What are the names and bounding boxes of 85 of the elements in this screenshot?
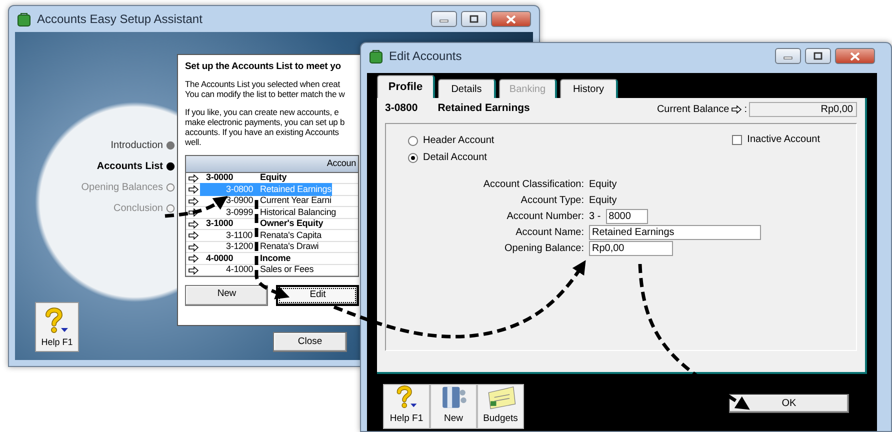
field-prefix: 3 -: [589, 210, 601, 224]
colon-label: :: [744, 102, 747, 116]
account-number[interactable]: 3-1000: [200, 217, 254, 231]
maximize-button[interactable]: [805, 48, 831, 64]
field-label: Opening Balance:: [503, 242, 584, 256]
paragraph-line: accounts. If you have an existing Accounts: [185, 127, 340, 138]
field-label: Account Type:: [520, 194, 584, 208]
account-name[interactable]: Renata's Capita: [254, 228, 322, 242]
checkbox[interactable]: [732, 134, 742, 144]
input-field[interactable]: Rp0,00: [589, 241, 673, 256]
balance-label: Current Balance: [656, 102, 730, 116]
arrow-icon[interactable]: [188, 231, 198, 240]
minimize-button[interactable]: [431, 11, 457, 27]
paragraph-line: well.: [185, 137, 202, 148]
radio-button[interactable]: [408, 152, 418, 162]
radio-label[interactable]: Header Account: [423, 133, 494, 148]
account-name[interactable]: Owner's Equity: [254, 217, 324, 231]
account-number: 3-0800: [385, 101, 418, 116]
account-name[interactable]: Sales or Fees: [254, 263, 314, 277]
arrow-icon[interactable]: [188, 266, 198, 274]
account-number[interactable]: 3-0000: [200, 171, 254, 185]
account-name: Retained Earnings: [438, 101, 530, 116]
account-number[interactable]: 3-1200: [200, 240, 254, 254]
dialog-button[interactable]: New: [185, 285, 268, 306]
app-icon: [17, 12, 31, 26]
maximize-icon: [813, 52, 823, 60]
minimize-button[interactable]: [775, 48, 801, 64]
tab[interactable]: Profile: [377, 75, 435, 98]
input-field[interactable]: 8000: [606, 209, 648, 224]
window-title: Edit Accounts: [389, 48, 462, 65]
step-label[interactable]: Introduction: [110, 138, 163, 153]
field-value: Equity: [589, 194, 617, 208]
maximize-button[interactable]: [461, 11, 487, 27]
account-name[interactable]: Renata's Drawi: [254, 240, 319, 254]
arrow-icon[interactable]: [188, 220, 198, 228]
step-label[interactable]: Accounts List: [96, 159, 163, 174]
field-value: Equity: [589, 178, 617, 192]
checkbox-label[interactable]: Inactive Account: [747, 132, 820, 147]
tab[interactable]: Details: [438, 79, 496, 98]
arrow-icon[interactable]: [188, 174, 198, 182]
tab[interactable]: History: [560, 79, 618, 98]
account-name[interactable]: Current Year Earni: [254, 194, 332, 208]
account-number[interactable]: 3-1100: [200, 228, 254, 242]
field-label: Account Classification:: [482, 178, 584, 192]
dialog-heading: Set up the Accounts List to meet yo: [185, 60, 342, 74]
paragraph-line: If you like, you can create new accounts, e: [185, 107, 340, 118]
account-number[interactable]: 4-0000: [200, 252, 254, 266]
help-icon: [44, 306, 70, 334]
toolbar-button[interactable]: New: [430, 384, 477, 429]
app-icon: [369, 48, 383, 64]
account-number[interactable]: 3-0900: [200, 194, 254, 208]
dashed-arrow: [164, 196, 228, 218]
close-button[interactable]: [491, 11, 531, 27]
help-button[interactable]: Help F1: [35, 302, 79, 352]
paragraph-line: The Accounts List you selected when creat: [185, 79, 341, 90]
arrow-icon[interactable]: [188, 242, 198, 252]
column-header: Accoun: [186, 156, 358, 173]
arrow-icon[interactable]: [188, 208, 198, 217]
arrow-icon[interactable]: [188, 196, 198, 206]
close-icon: [506, 14, 516, 24]
balance-field: Rp0,00: [749, 102, 857, 116]
account-name[interactable]: Equity: [254, 171, 287, 185]
paragraph-line: make electronic payments, you can set up b: [185, 117, 346, 128]
account-number[interactable]: 4-1000: [200, 263, 254, 277]
close-icon: [850, 52, 860, 60]
maximize-icon: [469, 15, 479, 23]
radio-label[interactable]: Detail Account: [423, 150, 487, 165]
close-dialog-button[interactable]: Close: [273, 332, 347, 352]
radio-button[interactable]: [408, 136, 418, 146]
field-label: Account Name:: [514, 226, 584, 240]
account-name[interactable]: Income: [254, 252, 291, 266]
account-name[interactable]: Historical Balancing: [254, 206, 336, 220]
arrow-icon[interactable]: [188, 254, 198, 263]
close-button[interactable]: [835, 48, 875, 64]
field-label: Account Number:: [506, 210, 584, 224]
dialog-button[interactable]: Edit: [276, 285, 359, 306]
window-title: Accounts Easy Setup Assistant: [37, 11, 202, 28]
toolbar-button[interactable]: Budgets: [477, 384, 524, 429]
arrow-icon[interactable]: [188, 185, 198, 194]
toolbar-button[interactable]: Help F1: [383, 384, 430, 429]
account-number[interactable]: 3-0999: [200, 206, 254, 220]
paragraph-line: You can modify the list to better match the w: [185, 89, 346, 100]
input-field[interactable]: Retained Earnings: [589, 225, 761, 240]
arrow-icon[interactable]: [731, 104, 742, 114]
ok-button[interactable]: OK: [729, 394, 849, 413]
